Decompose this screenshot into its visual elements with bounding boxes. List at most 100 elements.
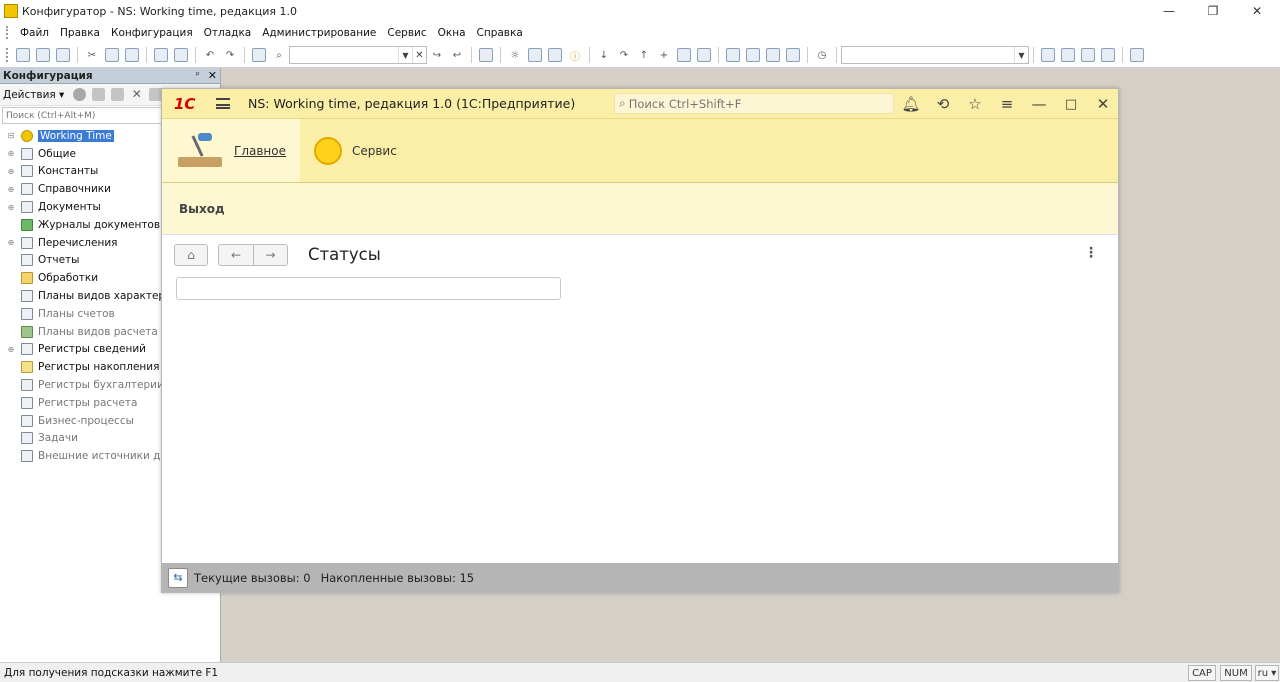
redo-icon[interactable]: ↷ [223, 48, 237, 62]
debug-run-icon[interactable]: ☼ [508, 48, 522, 62]
expand-icon[interactable]: ⊕ [6, 184, 16, 194]
back-button[interactable]: ← [218, 244, 254, 266]
menu-edit[interactable]: Правка [55, 27, 106, 39]
window-list-icon[interactable] [479, 48, 493, 62]
breakpoint-add-icon[interactable]: + [657, 48, 671, 62]
panel-close-icon[interactable]: ✕ [208, 69, 217, 82]
menu-file[interactable]: Файл [15, 27, 55, 39]
syntax-assistant-icon[interactable] [528, 48, 542, 62]
info-icon[interactable]: ⓘ [568, 48, 582, 63]
new-file-icon[interactable] [16, 48, 30, 62]
pin-icon[interactable]: ᵖ [196, 71, 200, 81]
app-minimize-icon[interactable]: — [1028, 94, 1050, 114]
favorites-star-icon[interactable]: ☆ [964, 94, 986, 114]
menu-service[interactable]: Сервис [382, 27, 432, 39]
chevron-down-icon[interactable]: ▼ [398, 47, 412, 63]
run-enterprise-icon[interactable] [1130, 48, 1144, 62]
business-processes-icon [21, 414, 33, 427]
status-bar: Для получения подсказки нажмите F1 CAP N… [0, 662, 1280, 682]
close-button[interactable]: ✕ [1234, 0, 1280, 22]
module-window-icon[interactable] [766, 48, 780, 62]
undo-icon[interactable]: ↶ [203, 48, 217, 62]
menu-configuration[interactable]: Конфигурация [106, 27, 199, 39]
module-format-icon[interactable] [1081, 48, 1095, 62]
help-book-icon[interactable] [548, 48, 562, 62]
section-main[interactable]: Главное [162, 119, 300, 182]
app-search-field[interactable]: ⌕ [614, 93, 894, 114]
object-window-icon[interactable] [746, 48, 760, 62]
configuration-tree-icon[interactable] [726, 48, 740, 62]
settings-menu-icon[interactable]: ≡ [996, 94, 1018, 114]
num-lock-indicator: NUM [1220, 665, 1252, 681]
exit-command[interactable]: Выход [179, 202, 225, 216]
module-bookmarks-icon[interactable] [1061, 48, 1075, 62]
home-button[interactable]: ⌂ [174, 244, 208, 266]
form-field[interactable] [176, 277, 561, 300]
expand-icon[interactable]: ⊕ [6, 166, 16, 176]
clear-icon[interactable]: ✕ [412, 47, 426, 63]
performance-icon[interactable]: ◷ [815, 48, 829, 62]
forward-button[interactable]: → [253, 244, 288, 266]
collapse-icon[interactable]: ⊟ [6, 131, 16, 141]
module-combo[interactable]: ▼ [841, 46, 1029, 64]
actions-menu-button[interactable]: Действия ▾ [3, 89, 64, 101]
edit-icon[interactable] [92, 88, 106, 101]
menu-debug[interactable]: Отладка [199, 27, 258, 39]
home-icon: ⌂ [187, 248, 195, 262]
search-combo[interactable]: ▼ ✕ [289, 46, 427, 64]
save-icon[interactable] [56, 48, 70, 62]
open-folder-icon[interactable] [36, 48, 50, 62]
breakpoint-list-icon[interactable] [677, 48, 691, 62]
find-next-icon[interactable]: ↪ [430, 48, 444, 62]
panel-header: Конфигурация ᵖ ✕ [0, 68, 220, 84]
expand-icon[interactable]: ⊕ [6, 238, 16, 248]
more-actions-icon[interactable]: ⋮ [1084, 245, 1098, 261]
copy-object-icon[interactable] [111, 88, 125, 101]
search-icon[interactable]: ⌕ [272, 48, 286, 62]
step-over-icon[interactable]: ↷ [617, 48, 631, 62]
add-icon[interactable] [73, 88, 87, 101]
arrow-right-icon: → [265, 248, 276, 262]
print-preview-icon[interactable] [174, 48, 188, 62]
minimize-button[interactable]: — [1146, 0, 1192, 22]
module-procedures-icon[interactable] [1041, 48, 1055, 62]
menu-grip[interactable] [6, 26, 9, 39]
processings-icon [21, 272, 33, 285]
toolbar-grip[interactable] [6, 48, 9, 62]
app-maximize-icon[interactable]: □ [1060, 94, 1082, 114]
enums-icon [21, 236, 33, 249]
expand-icon[interactable]: ⊕ [6, 344, 16, 354]
menu-windows[interactable]: Окна [433, 27, 472, 39]
app-close-icon[interactable]: ✕ [1092, 94, 1114, 114]
restore-button[interactable]: ❐ [1190, 0, 1236, 22]
compare-icon[interactable] [786, 48, 800, 62]
menu-administration[interactable]: Администрирование [257, 27, 382, 39]
paste-icon[interactable] [125, 48, 139, 62]
find-previous-icon[interactable]: ↩ [450, 48, 464, 62]
menu-help[interactable]: Справка [472, 27, 529, 39]
notifications-bell-icon[interactable]: 🔔︎ [900, 94, 922, 114]
find-in-files-icon[interactable] [252, 48, 266, 62]
cut-icon[interactable]: ✂ [85, 48, 99, 62]
common-icon [21, 147, 33, 160]
print-icon[interactable] [154, 48, 168, 62]
app-search-input[interactable] [628, 96, 879, 111]
delete-icon[interactable]: ✕ [130, 88, 143, 101]
chevron-down-icon[interactable]: ▼ [1014, 47, 1028, 63]
performance-calls-icon[interactable]: ⇆ [168, 567, 188, 588]
step-out-icon[interactable]: ↑ [637, 48, 651, 62]
copy-icon[interactable] [105, 48, 119, 62]
tree-item-label: Константы [38, 165, 99, 178]
debug-stop-icon[interactable] [697, 48, 711, 62]
section-service[interactable]: Сервис [300, 119, 411, 182]
expand-icon[interactable]: ⊕ [6, 149, 16, 159]
toolbar-separator [195, 47, 196, 63]
search-icon: ⌕ [619, 96, 626, 110]
enterprise-app-window: 1С NS: Working time, редакция 1.0 (1С:Пр… [161, 88, 1119, 593]
expand-icon[interactable]: ⊕ [6, 202, 16, 212]
history-icon[interactable]: ⟲ [932, 94, 954, 114]
step-into-icon[interactable]: ↓ [597, 48, 611, 62]
language-indicator[interactable]: ru ▾ [1255, 665, 1279, 681]
module-layout-icon[interactable] [1101, 48, 1115, 62]
hamburger-menu-icon[interactable] [216, 98, 230, 109]
